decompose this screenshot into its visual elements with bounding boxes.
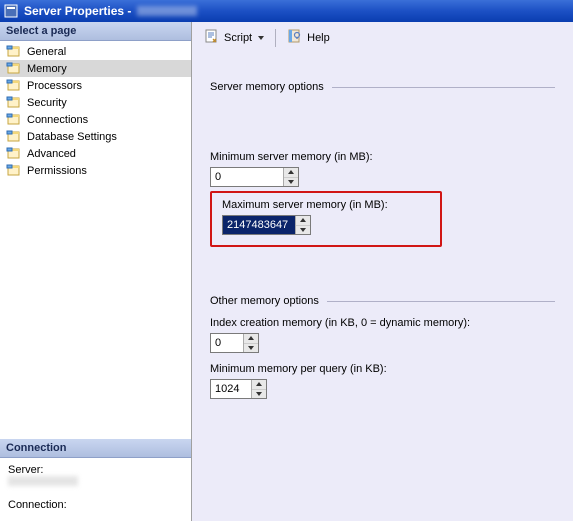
app-icon bbox=[4, 4, 18, 18]
sidebar-item-label: General bbox=[27, 46, 66, 58]
sidebar-item-label: Security bbox=[27, 97, 67, 109]
toolbar: Script Help bbox=[192, 22, 573, 53]
spinner-up-button[interactable] bbox=[296, 216, 310, 226]
main-panel: Script Help Server memory options bbox=[192, 22, 573, 521]
page-icon bbox=[6, 164, 22, 178]
max-memory-label: Maximum server memory (in MB): bbox=[222, 199, 430, 211]
spinner-down-button[interactable] bbox=[284, 178, 298, 187]
connection-panel: Server: Connection: bbox=[0, 458, 191, 521]
arrow-up-icon bbox=[300, 218, 306, 222]
sidebar-item-advanced[interactable]: Advanced bbox=[0, 145, 191, 162]
server-value-redacted bbox=[8, 476, 78, 486]
sidebar-item-label: Memory bbox=[27, 63, 67, 75]
spinner-up-button[interactable] bbox=[244, 334, 258, 344]
arrow-down-icon bbox=[256, 392, 262, 396]
group-server-memory: Server memory options bbox=[210, 81, 555, 93]
spinner-up-button[interactable] bbox=[284, 168, 298, 178]
help-label: Help bbox=[307, 32, 330, 44]
page-icon bbox=[6, 79, 22, 93]
script-label: Script bbox=[224, 32, 252, 44]
chevron-down-icon bbox=[258, 36, 264, 40]
page-icon bbox=[6, 62, 22, 76]
spinner-down-button[interactable] bbox=[296, 226, 310, 235]
min-query-label: Minimum memory per query (in KB): bbox=[210, 363, 555, 375]
script-button[interactable]: Script bbox=[200, 26, 268, 49]
arrow-up-icon bbox=[248, 336, 254, 340]
group-other-memory: Other memory options bbox=[210, 295, 555, 307]
min-query-spinner[interactable] bbox=[210, 379, 267, 399]
select-page-header: Select a page bbox=[0, 22, 191, 41]
help-button[interactable]: Help bbox=[283, 26, 334, 49]
min-memory-spinner[interactable] bbox=[210, 167, 299, 187]
sidebar-item-general[interactable]: General bbox=[0, 43, 191, 60]
spinner-up-button[interactable] bbox=[252, 380, 266, 390]
sidebar-item-processors[interactable]: Processors bbox=[0, 77, 191, 94]
sidebar-item-label: Permissions bbox=[27, 165, 87, 177]
server-label: Server: bbox=[8, 464, 183, 476]
max-memory-highlight: Maximum server memory (in MB): bbox=[210, 191, 442, 247]
spinner-down-button[interactable] bbox=[252, 390, 266, 399]
toolbar-separator bbox=[275, 29, 276, 47]
window-title: Server Properties - bbox=[24, 4, 131, 18]
connection-header: Connection bbox=[0, 439, 191, 458]
spinner-down-button[interactable] bbox=[244, 344, 258, 353]
server-name-redacted bbox=[137, 6, 197, 16]
sidebar-item-security[interactable]: Security bbox=[0, 94, 191, 111]
sidebar-item-label: Connections bbox=[27, 114, 88, 126]
connection-label: Connection: bbox=[8, 499, 183, 511]
page-icon bbox=[6, 96, 22, 110]
page-icon bbox=[6, 130, 22, 144]
arrow-down-icon bbox=[288, 180, 294, 184]
arrow-down-icon bbox=[248, 346, 254, 350]
page-icon bbox=[6, 113, 22, 127]
sidebar-item-memory[interactable]: Memory bbox=[0, 60, 191, 77]
sidebar-item-label: Advanced bbox=[27, 148, 76, 160]
arrow-up-icon bbox=[256, 382, 262, 386]
script-icon bbox=[204, 28, 220, 47]
page-icon bbox=[6, 45, 22, 59]
page-icon bbox=[6, 147, 22, 161]
sidebar-item-label: Processors bbox=[27, 80, 82, 92]
sidebar-item-label: Database Settings bbox=[27, 131, 117, 143]
page-list: General Memory Processors Security bbox=[0, 41, 191, 181]
group-title: Server memory options bbox=[210, 81, 324, 93]
arrow-down-icon bbox=[300, 228, 306, 232]
index-memory-input[interactable] bbox=[211, 334, 243, 352]
index-memory-spinner[interactable] bbox=[210, 333, 259, 353]
arrow-up-icon bbox=[288, 170, 294, 174]
max-memory-input[interactable] bbox=[223, 216, 295, 234]
help-icon bbox=[287, 28, 303, 47]
sidebar-item-permissions[interactable]: Permissions bbox=[0, 162, 191, 179]
min-memory-input[interactable] bbox=[211, 168, 283, 186]
sidebar: Select a page General Memory Processors bbox=[0, 22, 192, 521]
group-title: Other memory options bbox=[210, 295, 319, 307]
sidebar-item-database-settings[interactable]: Database Settings bbox=[0, 128, 191, 145]
sidebar-item-connections[interactable]: Connections bbox=[0, 111, 191, 128]
min-query-input[interactable] bbox=[211, 380, 251, 398]
index-memory-label: Index creation memory (in KB, 0 = dynami… bbox=[210, 317, 555, 329]
max-memory-spinner[interactable] bbox=[222, 215, 311, 235]
window-titlebar: Server Properties - bbox=[0, 0, 573, 22]
min-memory-label: Minimum server memory (in MB): bbox=[210, 151, 555, 163]
